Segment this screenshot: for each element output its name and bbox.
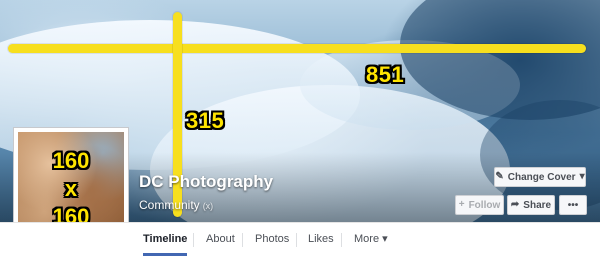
profile-width-label: 160: [52, 148, 90, 173]
tab-divider: [296, 233, 297, 247]
tab-likes[interactable]: Likes: [308, 223, 334, 256]
page-nav-tabs: Timeline About Photos Likes More ▾: [0, 222, 600, 256]
cover-height-label: 315: [186, 108, 225, 133]
page-category-label: Community: [139, 198, 200, 212]
more-options-label: •••: [567, 199, 579, 211]
share-button[interactable]: ➦ Share: [507, 195, 555, 215]
cover-width-label: 851: [366, 62, 405, 87]
cover-width-line: [8, 44, 586, 53]
change-cover-label: Change Cover: [507, 171, 576, 183]
tab-photos[interactable]: Photos: [255, 223, 289, 256]
tab-about[interactable]: About: [206, 223, 235, 256]
tab-divider: [341, 233, 342, 247]
follow-label: Follow: [468, 199, 501, 211]
plus-icon: +: [458, 199, 465, 210]
tab-timeline[interactable]: Timeline: [143, 223, 188, 256]
tab-divider: [193, 233, 194, 247]
tab-divider: [242, 233, 243, 247]
more-options-button[interactable]: •••: [559, 195, 587, 215]
page-category-meta: (x): [202, 201, 214, 211]
follow-button[interactable]: + Follow: [455, 195, 504, 215]
page-category[interactable]: Community (x): [139, 198, 213, 212]
page-title[interactable]: DC Photography: [139, 172, 273, 192]
share-arrow-icon: ➦: [510, 199, 520, 210]
change-cover-button[interactable]: ✎ Change Cover ▾: [494, 167, 586, 187]
share-label: Share: [523, 199, 552, 211]
pencil-icon: ✎: [495, 171, 504, 182]
facebook-page-header: 851 315 DC Photography Community (x) ✎ Ch…: [0, 0, 600, 256]
chevron-down-icon: ▾: [579, 171, 585, 182]
tab-more[interactable]: More ▾: [354, 223, 388, 256]
profile-times-label: x: [64, 176, 78, 201]
